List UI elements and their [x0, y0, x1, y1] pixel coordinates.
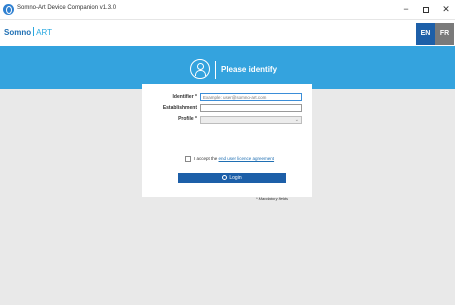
- language-en-button[interactable]: EN: [416, 23, 435, 45]
- accept-eula-label: I accept the end user licence agreement: [194, 155, 274, 162]
- login-label: Login: [229, 175, 242, 181]
- minimize-button[interactable]: −: [398, 3, 414, 16]
- identifier-label: Identifier *: [172, 94, 197, 100]
- heading-separator: [215, 61, 216, 79]
- app-icon: [3, 4, 14, 15]
- login-icon: [222, 175, 228, 180]
- chevron-down-icon: ⌄: [294, 117, 299, 123]
- eula-link[interactable]: end user licence agreement: [219, 156, 275, 161]
- maximize-icon: [423, 6, 429, 13]
- page-title: Please identify: [221, 65, 278, 74]
- logo-separator: [33, 27, 35, 36]
- login-button[interactable]: Login: [178, 173, 286, 183]
- window-title: Somno-Art Device Companion v1.3.0: [17, 5, 117, 11]
- app-header: Somno ART: [0, 20, 455, 46]
- identifier-input[interactable]: [200, 93, 302, 101]
- logo: Somno ART: [4, 27, 52, 37]
- maximize-button[interactable]: [418, 3, 434, 16]
- logo-main: Somno: [4, 28, 32, 37]
- establishment-input[interactable]: [200, 104, 302, 112]
- user-icon: [190, 59, 210, 79]
- logo-accent: ART: [36, 28, 52, 37]
- mandatory-note: * Mandatory fields: [256, 196, 289, 201]
- profile-label: Profile *: [178, 116, 197, 122]
- window-titlebar: Somno-Art Device Companion v1.3.0 − ✕: [0, 0, 455, 20]
- close-button[interactable]: ✕: [438, 3, 454, 16]
- accept-eula-checkbox[interactable]: [185, 156, 191, 162]
- accept-prefix: I accept the: [194, 156, 219, 161]
- language-fr-button[interactable]: FR: [435, 23, 454, 45]
- profile-select[interactable]: ⌄: [200, 116, 302, 124]
- establishment-label: Establishment: [162, 105, 197, 111]
